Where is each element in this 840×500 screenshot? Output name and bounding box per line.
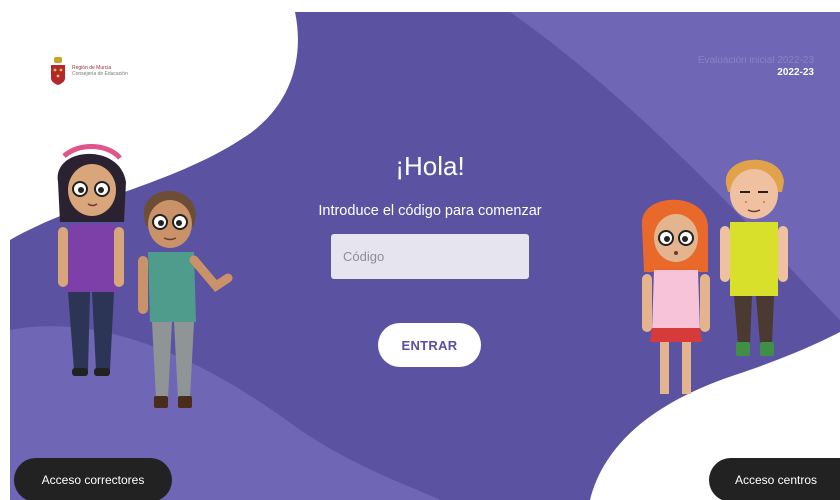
logo-subtitle: Consejería de Educación <box>72 71 128 77</box>
login-screen: Región de Murcia Consejería de Educación… <box>0 0 840 500</box>
boy-illustration-right <box>720 159 788 356</box>
centers-access-button[interactable]: Acceso centros <box>709 458 840 500</box>
code-input[interactable] <box>331 234 529 279</box>
greeting-heading: ¡Hola! <box>395 151 465 181</box>
evaluation-title: Evaluación inicial 2022-23 <box>697 55 814 66</box>
evaluation-label: Evaluación inicial 2022-23 2022-23 <box>698 55 814 79</box>
boy-illustration-left <box>138 190 233 408</box>
region-logo: Región de Murcia Consejería de Educación <box>50 56 128 86</box>
code-prompt: Introduce el código para comenzar <box>318 203 542 219</box>
enter-button[interactable]: ENTRAR <box>378 323 481 367</box>
girl-illustration-right <box>641 199 710 394</box>
correctors-access-button[interactable]: Acceso correctores <box>14 458 172 500</box>
evaluation-year: 2022-23 <box>777 67 814 78</box>
coat-of-arms-icon <box>51 57 65 85</box>
